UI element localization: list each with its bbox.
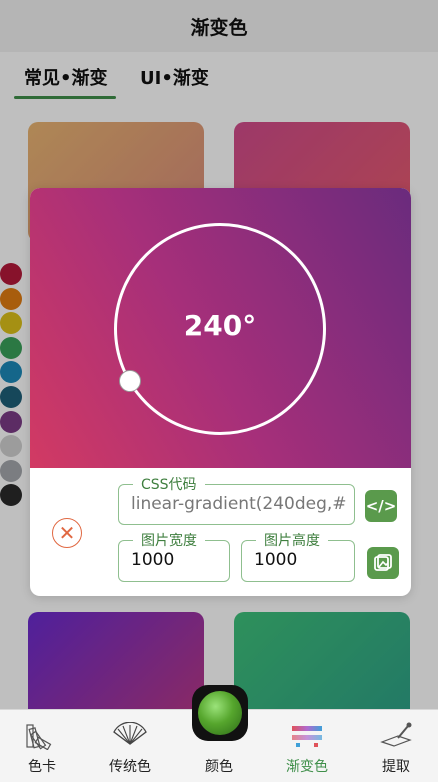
code-icon[interactable]: </> <box>365 490 397 522</box>
image-width-label: 图片宽度 <box>133 530 205 550</box>
color-ball <box>198 691 242 735</box>
nav-label: 颜色 <box>205 759 233 775</box>
gradient-detail-dialog: 240° ✕ CSS代码 linear-gradient(240deg,# </… <box>30 188 411 596</box>
color-card-icon <box>0 718 84 752</box>
nav-label: 传统色 <box>109 759 151 775</box>
nav-extract[interactable]: 提取 <box>354 718 438 776</box>
image-height-field[interactable]: 图片高度 1000 <box>241 530 355 582</box>
color-ball-icon[interactable] <box>192 685 248 741</box>
nav-label: 渐变色 <box>286 759 328 775</box>
css-code-field[interactable]: CSS代码 linear-gradient(240deg,# <box>118 474 355 525</box>
image-export-icon[interactable] <box>367 547 399 579</box>
nav-traditional-color[interactable]: 传统色 <box>88 718 172 776</box>
css-code-value[interactable]: linear-gradient(240deg,# <box>131 494 349 514</box>
fan-icon <box>88 718 172 752</box>
gradient-preview: 240° <box>30 188 411 468</box>
angle-value: 240° <box>183 309 257 342</box>
image-height-label: 图片高度 <box>256 530 328 550</box>
image-width-field[interactable]: 图片宽度 1000 <box>118 530 230 582</box>
nav-color-card[interactable]: 色卡 <box>0 718 84 776</box>
nav-label: 色卡 <box>28 759 56 775</box>
gradient-icon <box>265 718 349 752</box>
image-height-input[interactable]: 1000 <box>254 550 297 570</box>
angle-dial-handle[interactable] <box>119 370 141 392</box>
css-code-label: CSS代码 <box>133 474 205 494</box>
picker-icon <box>354 718 438 752</box>
close-circle-icon[interactable]: ✕ <box>52 518 82 548</box>
image-width-input[interactable]: 1000 <box>131 550 174 570</box>
nav-label: 提取 <box>382 759 410 775</box>
nav-gradient[interactable]: 渐变色 <box>265 718 349 776</box>
